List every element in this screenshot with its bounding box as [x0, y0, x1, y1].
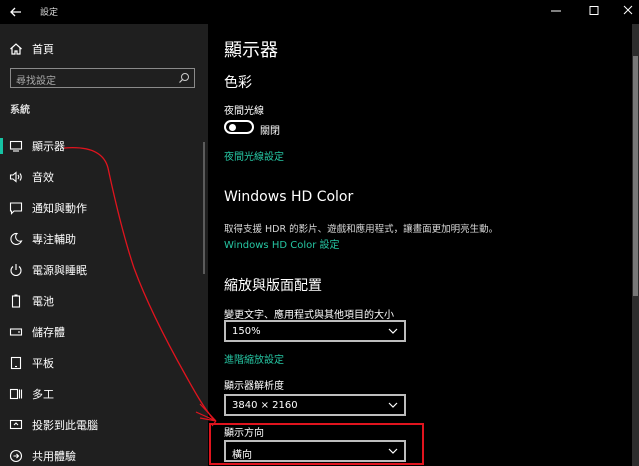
sidebar-item-storage[interactable]: 儲存體	[0, 317, 208, 347]
minimize-button[interactable]	[547, 3, 565, 19]
chevron-down-icon	[388, 448, 398, 454]
sidebar-item-label: 儲存體	[32, 326, 65, 339]
sidebar-item-label: 音效	[32, 171, 54, 184]
resolution-value: 3840 × 2160	[232, 400, 298, 411]
sidebar-item-sound[interactable]: 音效	[0, 162, 208, 192]
resolution-dropdown[interactable]: 3840 × 2160	[224, 394, 406, 416]
night-light-toggle[interactable]	[224, 120, 254, 134]
notification-icon	[9, 202, 23, 215]
orientation-label: 顯示方向	[224, 428, 264, 439]
sidebar-item-label: 首頁	[32, 43, 54, 56]
search-input[interactable]: 尋找設定	[10, 68, 195, 88]
battery-icon	[11, 294, 21, 308]
sidebar-item-label: 電池	[32, 295, 54, 308]
hdr-settings-link[interactable]: Windows HD Color 設定	[224, 236, 340, 251]
sidebar-item-shared-experiences[interactable]: 共用體驗	[0, 441, 208, 466]
sidebar-item-focus-assist[interactable]: 專注輔助	[0, 224, 208, 254]
sidebar-item-label: 專注輔助	[32, 233, 76, 246]
back-arrow-icon[interactable]	[8, 4, 24, 20]
night-light-label: 夜間光線	[224, 106, 264, 117]
chevron-down-icon	[388, 402, 398, 408]
moon-icon	[10, 232, 23, 245]
resolution-label: 顯示器解析度	[224, 381, 284, 392]
sidebar-item-label: 多工	[32, 388, 54, 401]
orientation-value: 橫向	[232, 450, 252, 461]
page-title: 顯示器	[224, 40, 278, 61]
sidebar-item-project[interactable]: 投影到此電腦	[0, 410, 208, 440]
sidebar-item-notifications[interactable]: 通知與動作	[0, 193, 208, 223]
maximize-button[interactable]	[585, 3, 603, 19]
multitask-icon	[9, 388, 23, 400]
monitor-icon	[9, 140, 23, 152]
home-icon	[10, 43, 22, 55]
section-header-system: 系統	[10, 105, 30, 116]
scrollbar-thumb[interactable]	[633, 56, 638, 296]
active-indicator	[0, 138, 3, 154]
sidebar-item-label: 投影到此電腦	[32, 419, 98, 432]
scale-value: 150%	[232, 326, 261, 337]
scale-dropdown[interactable]: 150%	[224, 320, 406, 342]
advanced-scaling-link[interactable]: 進階縮放設定	[224, 351, 284, 366]
section-heading-color: 色彩	[224, 75, 252, 91]
settings-window: 設定 首頁 尋找設定 系統 顯示器 音效 通知與動作 專注輔助 電源與睡眠 電池…	[0, 0, 639, 466]
chevron-down-icon	[388, 328, 398, 334]
tablet-icon	[10, 356, 22, 370]
orientation-dropdown[interactable]: 橫向	[224, 440, 406, 462]
storage-icon	[9, 328, 23, 336]
search-placeholder: 尋找設定	[16, 76, 56, 87]
sidebar-item-home[interactable]: 首頁	[0, 34, 208, 64]
window-title: 設定	[40, 8, 59, 18]
sidebar-item-label: 通知與動作	[32, 202, 87, 215]
scale-label: 變更文字、應用程式與其他項目的大小	[224, 310, 394, 321]
shared-icon	[9, 449, 23, 463]
content-scrollbar[interactable]	[632, 24, 639, 466]
close-button[interactable]	[619, 3, 637, 19]
sidebar-item-power-sleep[interactable]: 電源與睡眠	[0, 255, 208, 285]
speaker-icon	[9, 171, 22, 183]
section-heading-hdr: Windows HD Color	[224, 189, 354, 205]
sidebar-item-multitasking[interactable]: 多工	[0, 379, 208, 409]
main-content: 顯示器 色彩 夜間光線 關閉 夜間光線設定 Windows HD Color 取…	[208, 24, 639, 466]
sidebar-item-display[interactable]: 顯示器	[0, 131, 208, 161]
section-heading-scale-layout: 縮放與版面配置	[224, 278, 322, 294]
sidebar-item-label: 顯示器	[32, 140, 65, 153]
night-light-settings-link[interactable]: 夜間光線設定	[224, 148, 284, 163]
sidebar-scrollbar[interactable]	[203, 142, 205, 274]
sidebar-item-label: 平板	[32, 357, 54, 370]
title-bar: 設定	[0, 0, 639, 24]
search-icon[interactable]	[178, 72, 190, 84]
sidebar-item-tablet[interactable]: 平板	[0, 348, 208, 378]
project-icon	[9, 419, 23, 430]
night-light-state: 關閉	[260, 126, 280, 137]
hdr-description: 取得支援 HDR 的影片、遊戲和應用程式，讓畫面更加明亮生動。	[224, 224, 499, 235]
sidebar-item-battery[interactable]: 電池	[0, 286, 208, 316]
sidebar: 首頁 尋找設定 系統 顯示器 音效 通知與動作 專注輔助 電源與睡眠 電池 儲存…	[0, 24, 208, 466]
power-icon	[10, 264, 22, 277]
sidebar-item-label: 電源與睡眠	[32, 264, 87, 277]
toggle-knob	[229, 124, 236, 131]
sidebar-item-label: 共用體驗	[32, 450, 76, 463]
